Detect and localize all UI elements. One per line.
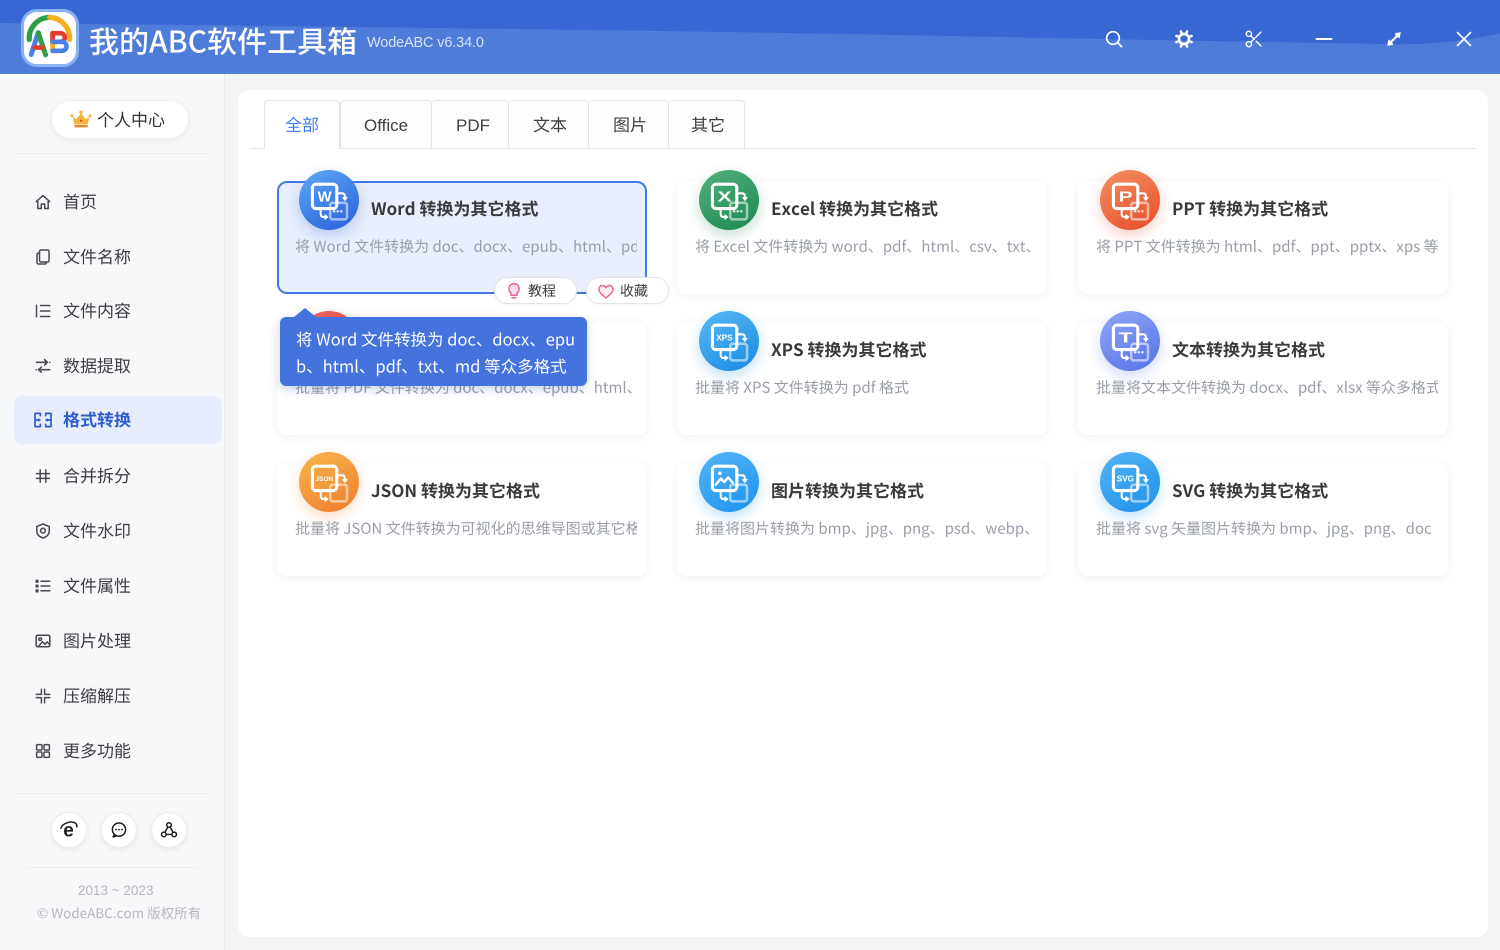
svg-text:SVG: SVG	[1117, 475, 1134, 484]
svg-text:X: X	[718, 189, 732, 206]
svg-text:XPS: XPS	[716, 334, 733, 343]
svg-text:P: P	[1119, 189, 1133, 206]
svg-text:W: W	[318, 189, 333, 206]
svg-text:JSON: JSON	[316, 476, 334, 483]
svg-text:T: T	[1119, 330, 1133, 347]
